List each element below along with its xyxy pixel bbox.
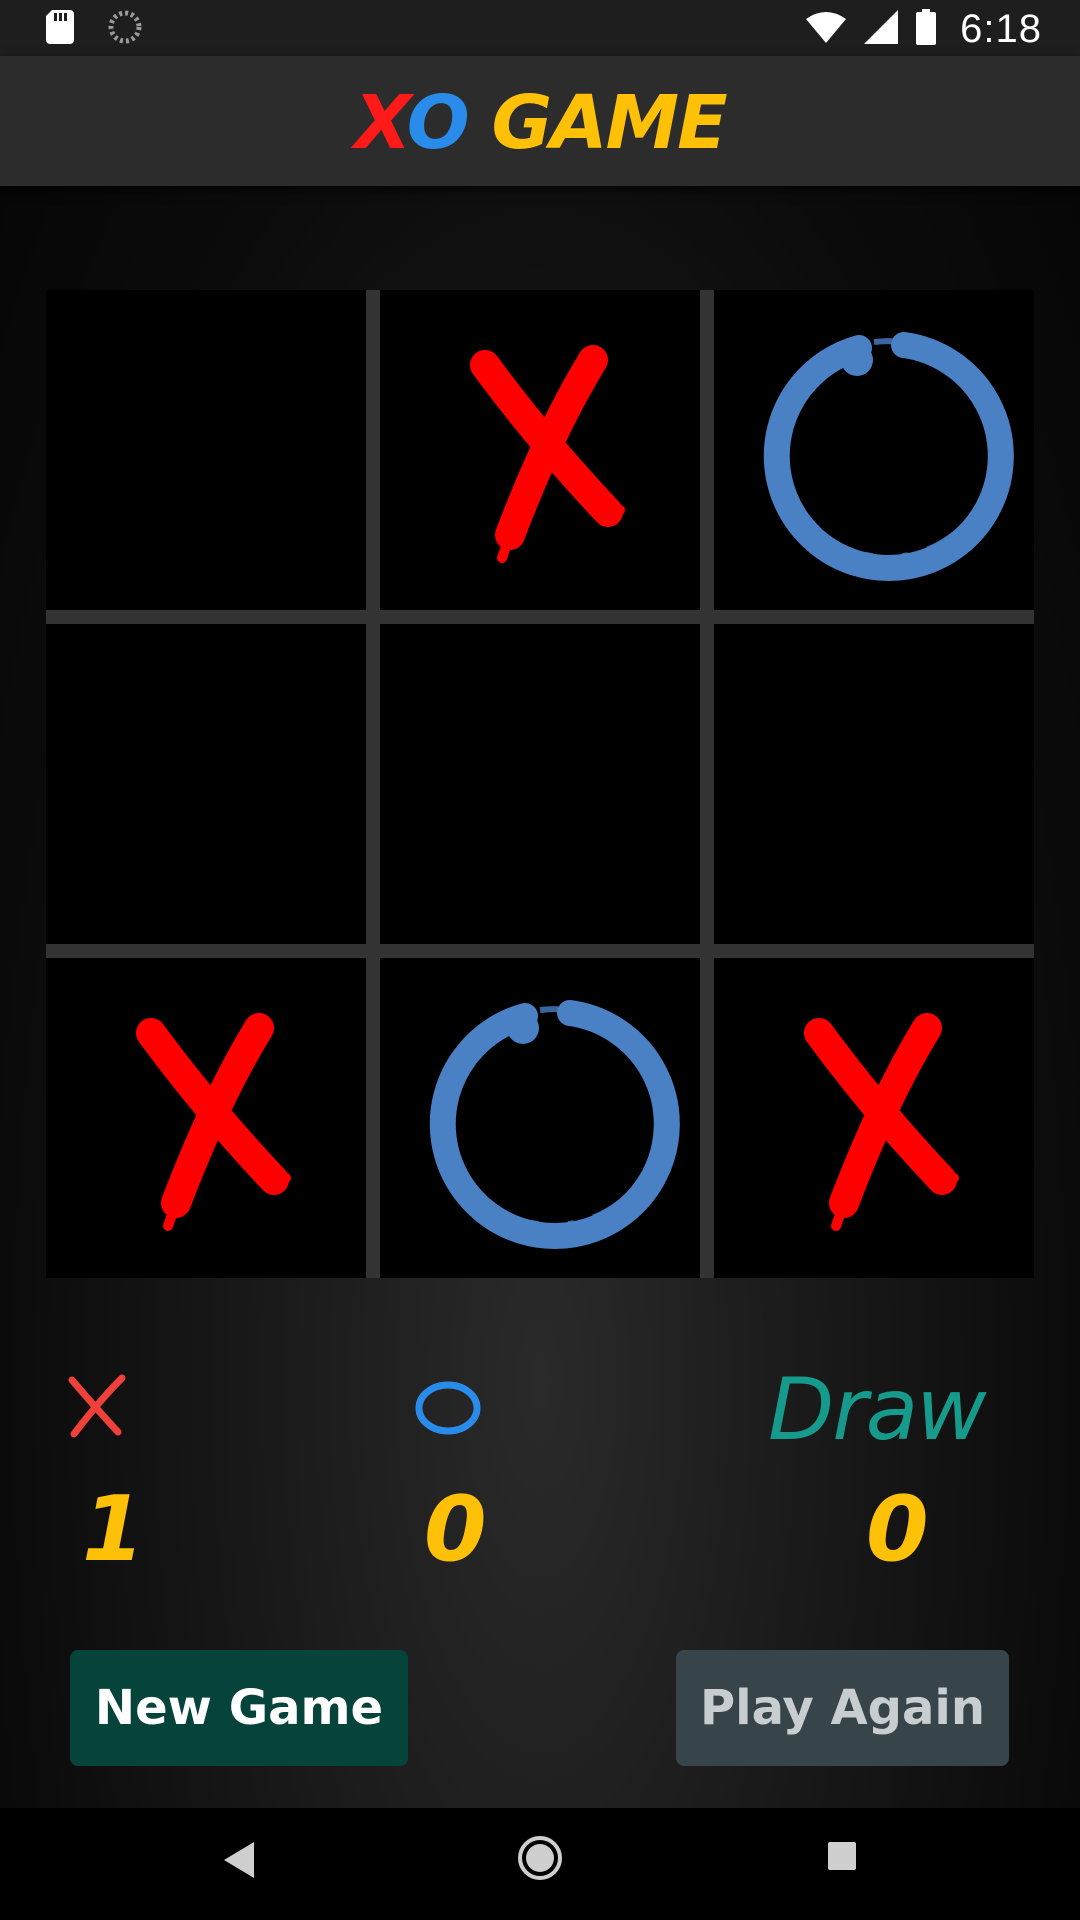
board-cell[interactable]	[380, 290, 700, 610]
board-cell[interactable]	[714, 290, 1034, 610]
game-screen: 6:18 XO GAME Draw 1 0 0 New Game Play Ag…	[0, 0, 1080, 1920]
score-label-draw: Draw	[768, 1360, 987, 1460]
board-cell[interactable]	[380, 624, 700, 944]
score-label-x	[66, 1370, 130, 1440]
board-cell[interactable]	[46, 624, 366, 944]
back-icon[interactable]	[218, 1838, 258, 1886]
x-mark-shape	[470, 345, 625, 563]
battery-icon	[916, 9, 937, 49]
board-cell[interactable]	[380, 958, 700, 1278]
status-bar: 6:18	[0, 0, 1080, 56]
title-game-word: GAME	[467, 80, 727, 166]
board-cell[interactable]	[714, 624, 1034, 944]
new-game-button[interactable]: New Game	[70, 1650, 408, 1766]
board-cell[interactable]	[714, 958, 1034, 1278]
signal-icon	[864, 10, 899, 48]
home-icon[interactable]	[516, 1834, 564, 1886]
play-again-button[interactable]: Play Again	[676, 1650, 1009, 1766]
x-mark-shape	[136, 1013, 291, 1231]
score-value-draw: 0	[866, 1477, 929, 1582]
loading-icon	[108, 10, 142, 48]
title-o-letter: O	[406, 80, 470, 166]
o-mark-shape	[429, 1000, 680, 1249]
recents-icon[interactable]	[826, 1840, 858, 1876]
x-mark-shape	[804, 1013, 959, 1231]
title-bar: XO GAME	[0, 56, 1080, 186]
o-mark-shape	[763, 332, 1014, 581]
sd-card-icon	[46, 10, 74, 48]
app-title: XO GAME	[0, 78, 1080, 168]
board-cell[interactable]	[46, 958, 366, 1278]
wifi-icon	[806, 11, 847, 47]
navigation-bar	[0, 1808, 1080, 1920]
clock: 6:18	[960, 6, 1042, 51]
game-board	[46, 290, 1034, 1278]
title-x-letter: X	[354, 80, 408, 166]
score-label-o	[414, 1370, 484, 1440]
score-value-x: 1	[82, 1477, 145, 1582]
score-value-o: 0	[424, 1477, 487, 1582]
board-cell[interactable]	[46, 290, 366, 610]
